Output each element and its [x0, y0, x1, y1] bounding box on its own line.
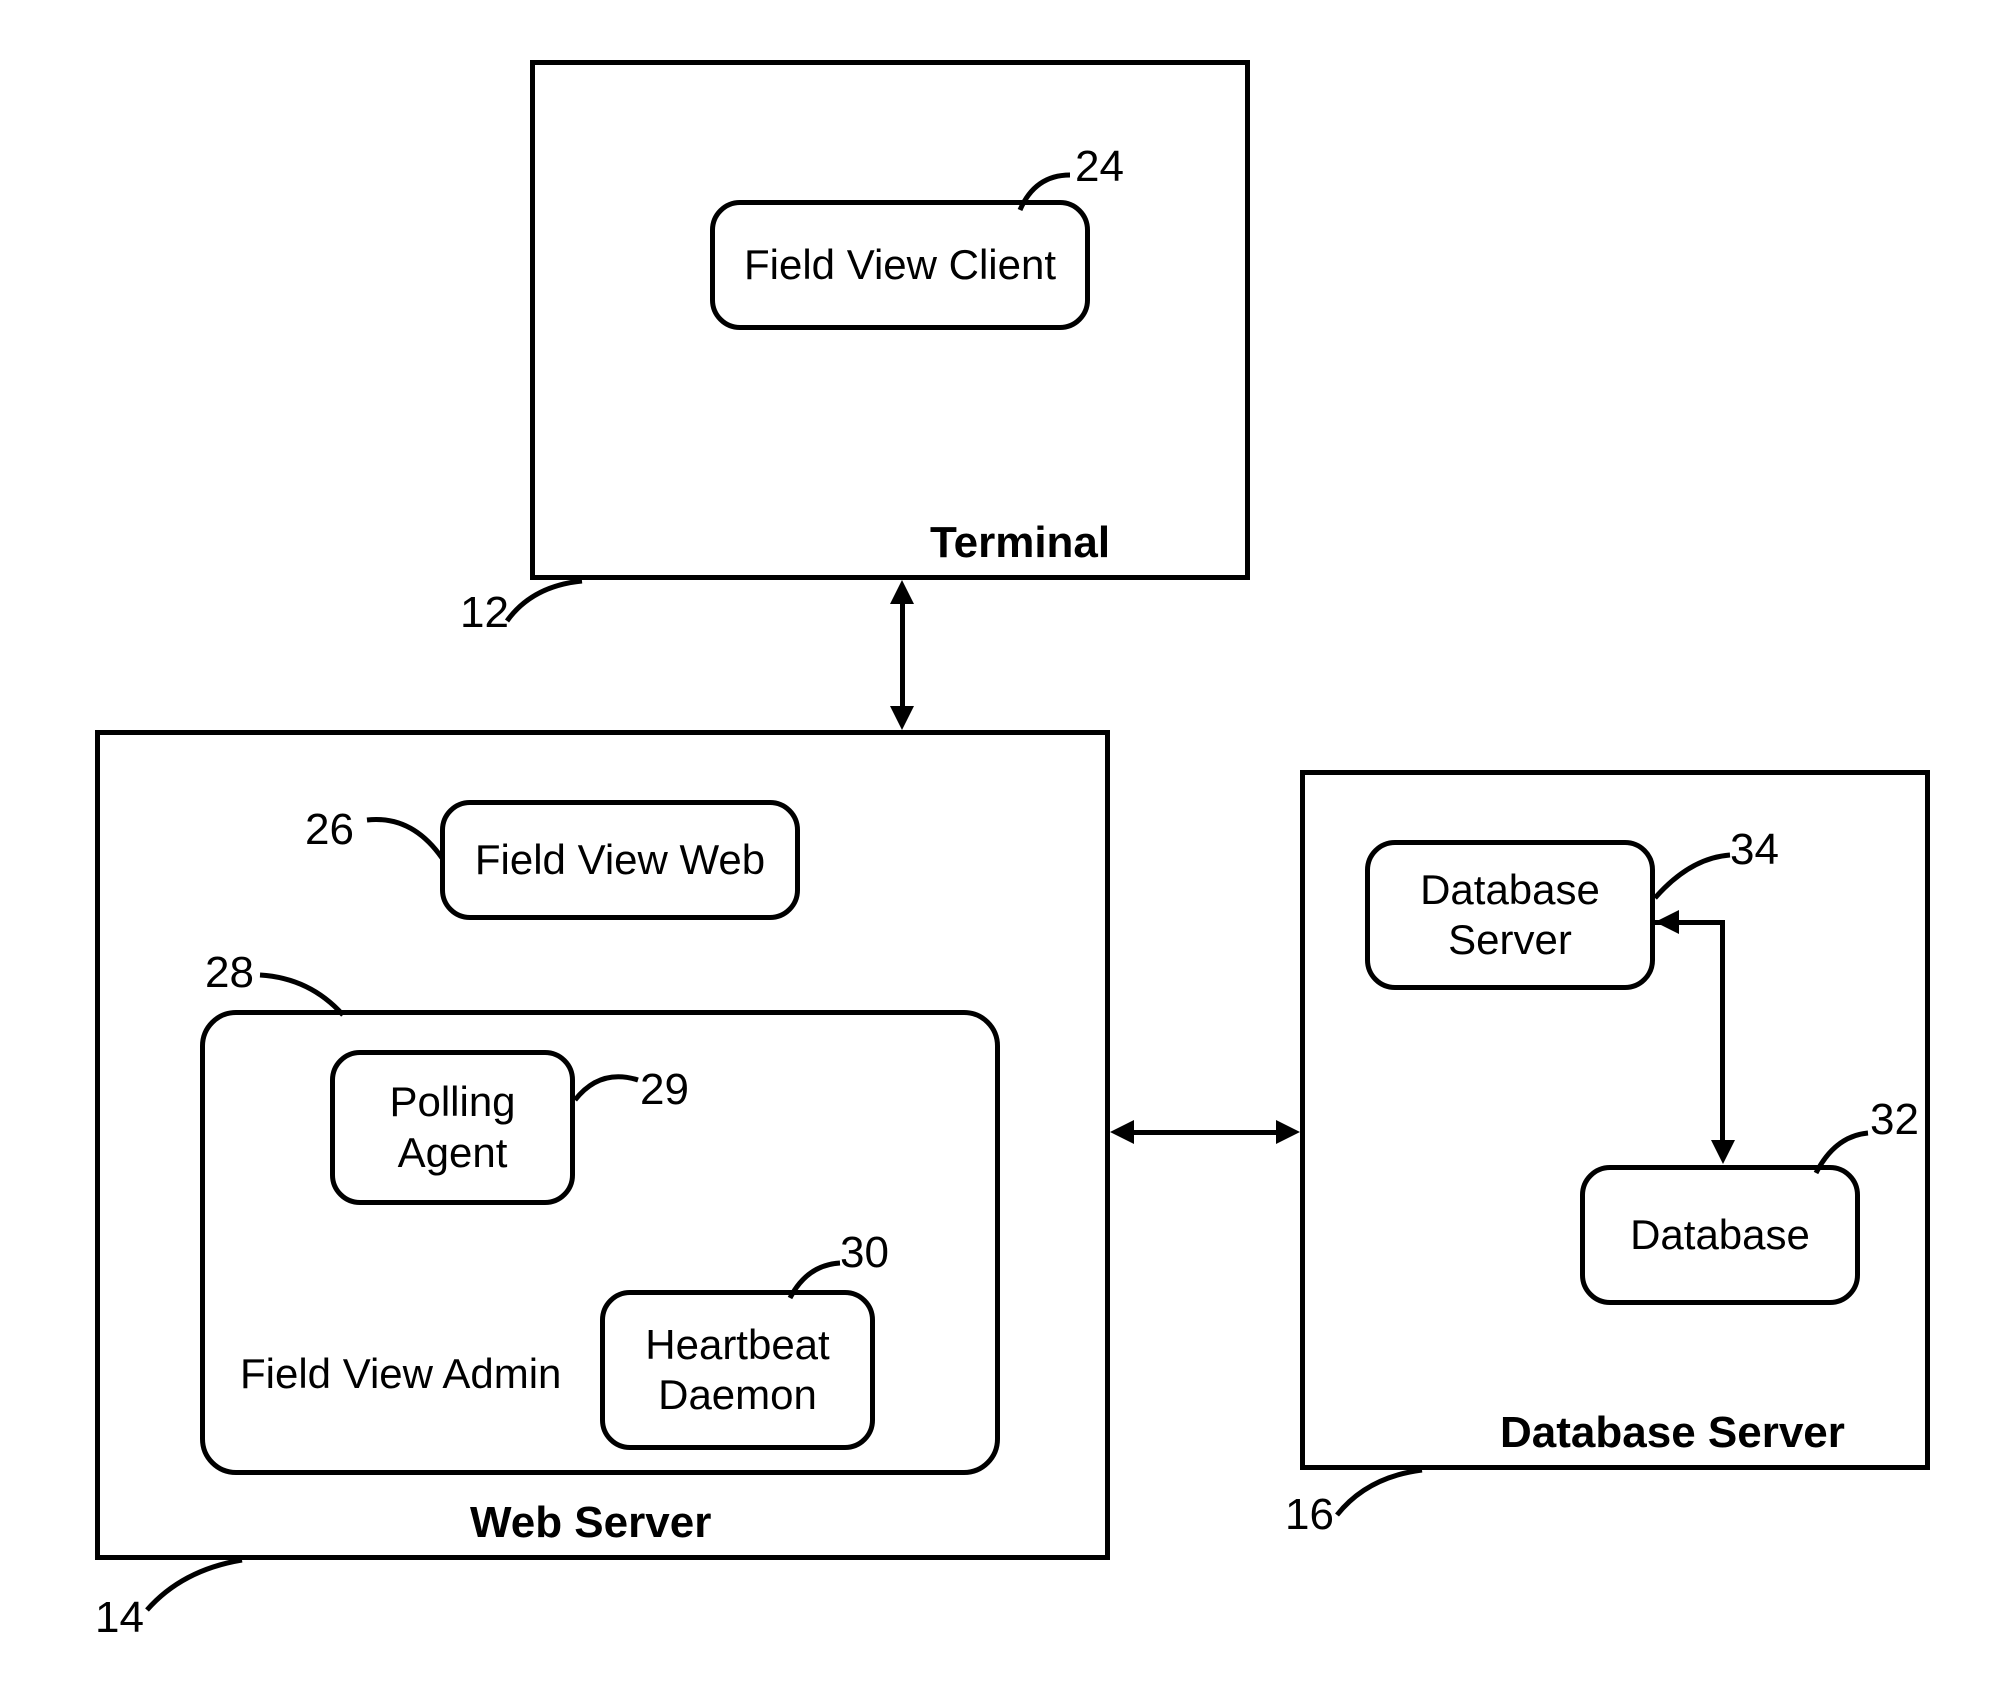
polling-agent-box: Polling Agent: [330, 1050, 575, 1205]
field-view-client-box: Field View Client: [710, 200, 1090, 330]
arrow-dbsrv-db-v: [1720, 920, 1725, 1145]
ref-32: 32: [1870, 1095, 1919, 1145]
arrow-web-db-head-right: [1276, 1120, 1300, 1144]
field-view-admin-label: Field View Admin: [240, 1350, 561, 1398]
diagram-stage: Terminal Field View Client 24 12 Web Ser…: [0, 0, 2003, 1690]
terminal-title: Terminal: [930, 518, 1110, 568]
web-server-title: Web Server: [470, 1498, 711, 1548]
ref-29: 29: [640, 1065, 689, 1115]
ref-34: 34: [1730, 825, 1779, 875]
ref-26: 26: [305, 805, 354, 855]
polling-agent-label: Polling Agent: [389, 1077, 515, 1178]
heartbeat-daemon-label: Heartbeat Daemon: [645, 1320, 829, 1421]
ref-30: 30: [840, 1228, 889, 1278]
arrow-dbsrv-db-head-tail: [1655, 910, 1679, 934]
arrow-web-db-line: [1125, 1130, 1285, 1135]
arrow-web-db-head-left: [1110, 1120, 1134, 1144]
arrow-dbsrv-db-head: [1711, 1140, 1735, 1164]
ref-24: 24: [1075, 142, 1124, 192]
ref-16: 16: [1285, 1490, 1334, 1540]
field-view-web-box: Field View Web: [440, 800, 800, 920]
leader-16: [1332, 1465, 1432, 1523]
arrow-terminal-webserver-line: [900, 595, 905, 715]
ref-14: 14: [95, 1593, 144, 1643]
arrow-terminal-webserver-head-down: [890, 706, 914, 730]
ref-12: 12: [460, 588, 509, 638]
database-server-comp-label: Database Server: [1420, 865, 1600, 966]
database-server-title: Database Server: [1500, 1408, 1845, 1458]
leader-12: [502, 576, 587, 631]
heartbeat-daemon-box: Heartbeat Daemon: [600, 1290, 875, 1450]
arrow-terminal-webserver-head-up: [890, 580, 914, 604]
ref-28: 28: [205, 948, 254, 998]
field-view-client-label: Field View Client: [744, 240, 1056, 290]
database-box: Database: [1580, 1165, 1860, 1305]
field-view-web-label: Field View Web: [475, 835, 765, 885]
database-server-comp-box: Database Server: [1365, 840, 1655, 990]
leader-14: [142, 1555, 252, 1615]
database-label: Database: [1630, 1210, 1810, 1260]
